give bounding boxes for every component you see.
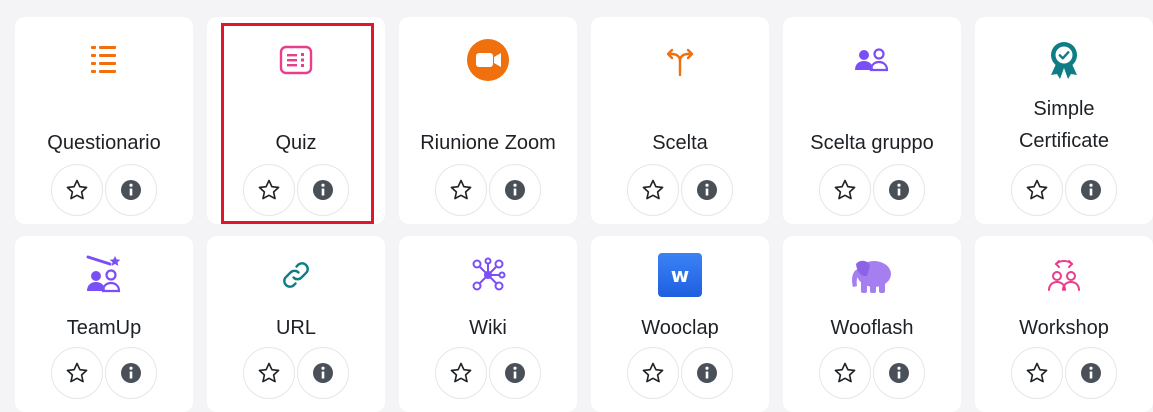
questionnaire-icon <box>15 37 193 83</box>
info-button[interactable] <box>489 347 541 399</box>
star-favourite-button[interactable] <box>1011 164 1063 216</box>
activity-name: Quiz <box>275 132 317 154</box>
activity-card-wooflash[interactable]: Wooflash <box>783 236 961 412</box>
info-button[interactable] <box>873 347 925 399</box>
activity-card-wooclap[interactable]: w Wooclap <box>591 236 769 412</box>
info-button[interactable] <box>681 164 733 216</box>
info-button[interactable] <box>1065 164 1117 216</box>
star-favourite-button[interactable] <box>435 164 487 216</box>
activity-name: Wiki <box>469 317 507 339</box>
info-button[interactable] <box>105 164 157 216</box>
info-button[interactable] <box>105 347 157 399</box>
star-favourite-button[interactable] <box>51 164 103 216</box>
star-favourite-button[interactable] <box>1011 347 1063 399</box>
workshop-icon <box>975 252 1153 298</box>
activity-name: Workshop <box>1019 317 1109 339</box>
star-favourite-button[interactable] <box>51 347 103 399</box>
activity-card-wiki[interactable]: Wiki <box>399 236 577 412</box>
info-button[interactable] <box>1065 347 1117 399</box>
star-favourite-button[interactable] <box>627 164 679 216</box>
info-button[interactable] <box>489 164 541 216</box>
activity-name: Riunione Zoom <box>420 132 556 154</box>
star-favourite-button[interactable] <box>819 164 871 216</box>
info-button[interactable] <box>297 164 349 216</box>
group-choice-icon <box>783 37 961 83</box>
activity-chooser-grid: Questionario Quiz Riunione Zoom Scelta S… <box>0 0 1153 412</box>
activity-card-questionario[interactable]: Questionario <box>15 17 193 224</box>
info-button[interactable] <box>873 164 925 216</box>
teamup-icon <box>15 252 193 298</box>
wooclap-icon: w <box>591 252 769 298</box>
star-favourite-button[interactable] <box>819 347 871 399</box>
activity-card-scelta[interactable]: Scelta <box>591 17 769 224</box>
activity-name: Scelta gruppo <box>810 132 934 154</box>
elephant-icon <box>783 252 961 298</box>
activity-card-riunione-zoom[interactable]: Riunione Zoom <box>399 17 577 224</box>
info-button[interactable] <box>681 347 733 399</box>
choice-arrows-icon <box>591 37 769 83</box>
quiz-icon <box>207 37 385 83</box>
activity-name: Wooclap <box>641 317 719 339</box>
activity-name: Simple Certificate <box>1018 98 1110 152</box>
activity-name: Questionario <box>47 132 161 154</box>
activity-card-url[interactable]: URL <box>207 236 385 412</box>
activity-card-workshop[interactable]: Workshop <box>975 236 1153 412</box>
link-icon <box>207 252 385 298</box>
star-favourite-button[interactable] <box>243 347 295 399</box>
activity-card-simple-certificate[interactable]: Simple Certificate <box>975 17 1153 224</box>
activity-name: TeamUp <box>66 317 142 339</box>
star-favourite-button[interactable] <box>435 347 487 399</box>
activity-card-teamup[interactable]: TeamUp <box>15 236 193 412</box>
activity-card-quiz[interactable]: Quiz <box>207 17 385 224</box>
activity-name: Wooflash <box>830 317 914 339</box>
info-button[interactable] <box>297 347 349 399</box>
certificate-ribbon-icon <box>975 37 1153 83</box>
activity-name: URL <box>275 317 316 339</box>
wiki-icon <box>399 252 577 298</box>
activity-name: Scelta <box>652 132 708 154</box>
zoom-camera-icon <box>399 37 577 83</box>
star-favourite-button[interactable] <box>627 347 679 399</box>
star-favourite-button[interactable] <box>243 164 295 216</box>
activity-card-scelta-gruppo[interactable]: Scelta gruppo <box>783 17 961 224</box>
wooclap-logo-letter: w <box>670 263 690 287</box>
